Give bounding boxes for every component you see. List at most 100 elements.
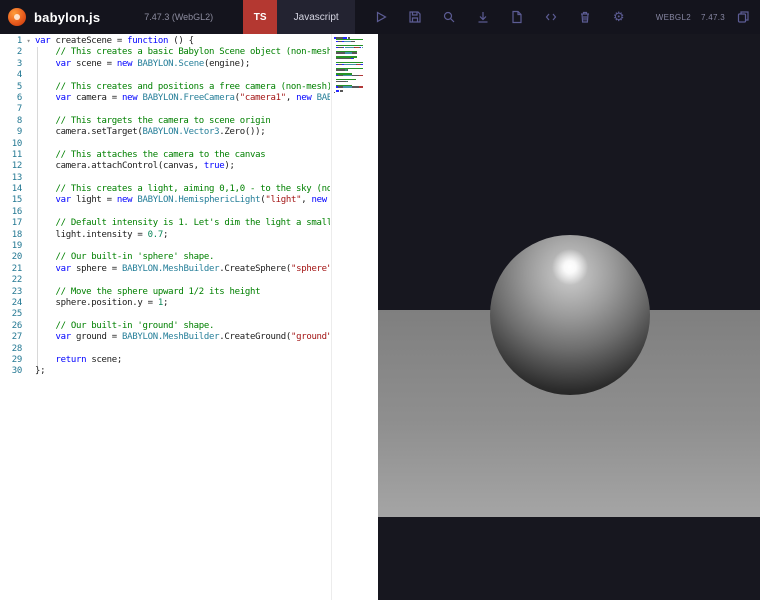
code-line[interactable]: 30}; (0, 366, 330, 377)
top-bar: babylon.js 7.47.3 (WebGL2) TS Javascript (0, 0, 760, 34)
code-line[interactable]: 1 ▾ var createScene = function () { (0, 36, 330, 47)
line-number: 17 (11, 218, 23, 229)
code-line[interactable]: 7 (0, 104, 330, 115)
code-line[interactable]: 15 var light = new BABYLON.HemisphericLi… (0, 195, 330, 206)
new-file-button[interactable] (509, 10, 524, 25)
code-line[interactable]: 28 (0, 344, 330, 355)
copy-button[interactable] (735, 10, 750, 25)
babylon-logo-icon[interactable] (8, 8, 26, 26)
line-number: 10 (11, 138, 23, 149)
code-line[interactable]: 17 // Default intensity is 1. Let's dim … (0, 218, 330, 229)
line-number: 4 (16, 70, 22, 81)
code-text: camera.attachControl(canvas, true); (35, 161, 235, 172)
code-text: var createScene = function () { (35, 36, 194, 46)
delete-button[interactable] (577, 10, 592, 25)
embed-code-button[interactable] (543, 10, 558, 25)
code-line[interactable]: 10 (0, 139, 330, 150)
code-text: var sphere = BABYLON.MeshBuilder.CreateS… (55, 263, 330, 274)
line-number: 22 (11, 275, 23, 286)
line-number: 1 (16, 36, 22, 46)
code-text: return scene; (55, 354, 123, 365)
line-number: 28 (11, 343, 23, 354)
new-file-icon (512, 10, 522, 24)
code-line[interactable]: 29 return scene; (0, 355, 330, 366)
code-line[interactable]: 23 // Move the sphere upward 1/2 its hei… (0, 287, 330, 298)
line-number: 20 (11, 252, 23, 263)
code-line[interactable]: 22 (0, 275, 330, 286)
line-number: 2 (16, 47, 22, 58)
minimap-line (334, 92, 374, 94)
line-number: 14 (11, 184, 23, 195)
code-line[interactable]: 18 light.intensity = 0.7; (0, 230, 330, 241)
code-text: var camera = new BABYLON.FreeCamera("cam… (55, 92, 330, 103)
code-text: light.intensity = 0.7; (35, 229, 169, 240)
code-editor[interactable]: 1 ▾ var createScene = function () {2 // Th… (0, 34, 378, 600)
code-line[interactable]: 3 var scene = new BABYLON.Scene(engine); (0, 59, 330, 70)
fold-chevron-icon[interactable]: ▾ (22, 36, 35, 47)
code-line[interactable]: 5 // This creates and positions a free c… (0, 82, 330, 93)
code-line[interactable]: 4 (0, 70, 330, 81)
inspector-button[interactable] (441, 10, 456, 25)
tab-typescript[interactable]: TS (243, 0, 278, 34)
line-number: 3 (16, 58, 22, 69)
code-text: var scene = new BABYLON.Scene(engine); (55, 58, 251, 69)
code-line[interactable]: 27 var ground = BABYLON.MeshBuilder.Crea… (0, 332, 330, 343)
code-line[interactable]: 14 // This creates a light, aiming 0,1,0… (0, 184, 330, 195)
code-text: sphere.position.y = 1; (35, 297, 169, 308)
toolbar: ⚙ (373, 10, 626, 25)
code-line[interactable]: 19 (0, 241, 330, 252)
app-title: babylon.js (34, 9, 101, 25)
code-line[interactable]: 20 // Our built-in 'sphere' shape. (0, 252, 330, 263)
code-line[interactable]: 12 camera.attachControl(canvas, true); (0, 161, 330, 172)
line-number: 23 (11, 286, 23, 297)
code-line[interactable]: 11 // This attaches the camera to the ca… (0, 150, 330, 161)
code-line[interactable]: 2 // This creates a basic Babylon Scene … (0, 47, 330, 58)
code-line[interactable]: 8 // This targets the camera to scene or… (0, 116, 330, 127)
line-number: 6 (16, 92, 22, 103)
play-icon (376, 11, 387, 23)
code-text: // This creates a light, aiming 0,1,0 - … (35, 184, 330, 195)
code-line[interactable]: 24 sphere.position.y = 1; (0, 298, 330, 309)
download-button[interactable] (475, 10, 490, 25)
copy-icon (737, 11, 749, 23)
tab-javascript[interactable]: Javascript (277, 0, 356, 34)
gear-icon: ⚙ (612, 9, 625, 25)
minimap[interactable] (334, 37, 374, 94)
line-number: 11 (11, 149, 23, 160)
save-button[interactable] (407, 10, 422, 25)
line-number: 26 (11, 320, 23, 331)
code-line[interactable]: 13 (0, 173, 330, 184)
code-line[interactable]: 9 camera.setTarget(BABYLON.Vector3.Zero(… (0, 127, 330, 138)
code-text: // Default intensity is 1. Let's dim the… (35, 218, 330, 229)
settings-button[interactable]: ⚙ (611, 10, 626, 25)
line-number: 9 (16, 127, 22, 138)
code-line[interactable]: 25 (0, 309, 330, 320)
inspector-icon (443, 11, 455, 23)
code-text: var ground = BABYLON.MeshBuilder.CreateG… (55, 332, 330, 343)
sphere-mesh (490, 235, 650, 395)
code-line[interactable]: 26 // Our built-in 'ground' shape. (0, 321, 330, 332)
line-number: 5 (16, 81, 22, 92)
line-number: 21 (11, 263, 23, 274)
line-number: 27 (11, 332, 23, 343)
code-line[interactable]: 6 var camera = new BABYLON.FreeCamera("c… (0, 93, 330, 104)
render-canvas[interactable] (378, 34, 760, 600)
play-button[interactable] (373, 10, 388, 25)
code-line[interactable]: 21 var sphere = BABYLON.MeshBuilder.Crea… (0, 264, 330, 275)
code-line[interactable]: 16 (0, 207, 330, 218)
